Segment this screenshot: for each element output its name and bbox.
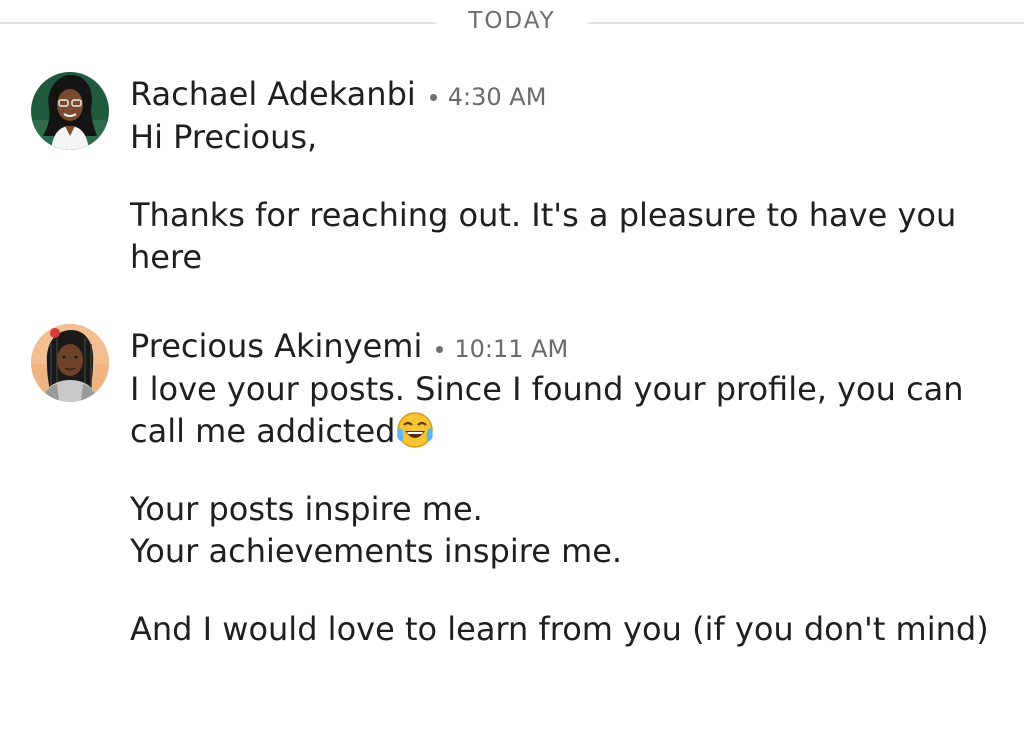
message-header: Precious Akinyemi 10:11 AM bbox=[130, 324, 990, 368]
avatar[interactable] bbox=[31, 324, 109, 402]
profile-photo-icon bbox=[31, 324, 109, 402]
message-paragraph: Your posts inspire me. Your achievements… bbox=[130, 490, 623, 570]
message-paragraph: Thanks for reaching out. It's a pleasure… bbox=[130, 196, 957, 276]
message-text: I love your posts. Since I found your pr… bbox=[130, 370, 964, 450]
divider-line-left bbox=[0, 22, 436, 24]
sender-name[interactable]: Rachael Adekanbi bbox=[130, 75, 416, 113]
message-header: Rachael Adekanbi 4:30 AM bbox=[130, 72, 990, 116]
message-content: Precious Akinyemi 10:11 AM I love your po… bbox=[130, 324, 990, 650]
message-timestamp: 4:30 AM bbox=[447, 83, 547, 111]
divider-line-right bbox=[588, 22, 1024, 24]
face-with-tears-of-joy-icon bbox=[395, 410, 435, 450]
avatar[interactable] bbox=[31, 72, 109, 150]
sender-name[interactable]: Precious Akinyemi bbox=[130, 327, 422, 365]
message-paragraph: And I would love to learn from you (if y… bbox=[130, 610, 989, 648]
message-paragraph: Hi Precious, bbox=[130, 118, 318, 156]
date-divider: TODAY bbox=[0, 0, 1024, 46]
message-content: Rachael Adekanbi 4:30 AM Hi Precious, Tha… bbox=[130, 72, 990, 278]
message-paragraph: I love your posts. Since I found your pr… bbox=[130, 368, 990, 452]
date-divider-label: TODAY bbox=[468, 8, 556, 34]
message-timestamp: 10:11 AM bbox=[454, 335, 569, 363]
separator-dot bbox=[429, 94, 437, 101]
profile-photo-icon bbox=[31, 72, 109, 150]
separator-dot bbox=[436, 346, 444, 353]
